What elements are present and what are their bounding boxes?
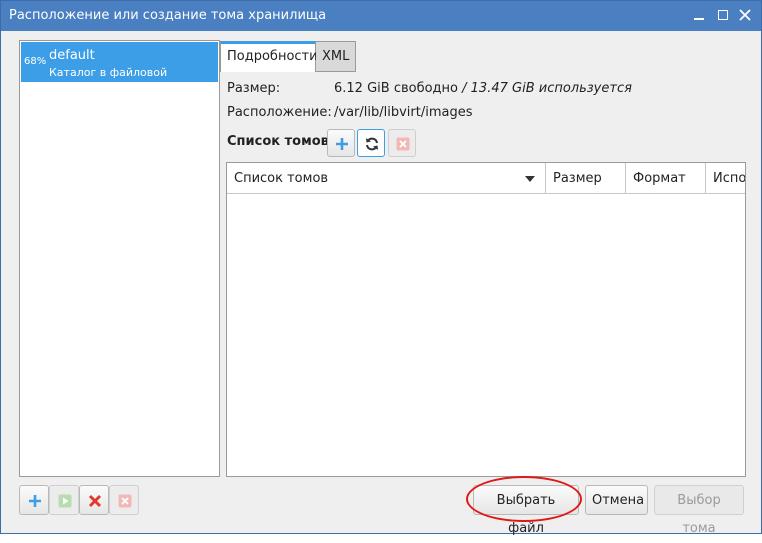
column-name-label: Список томов (234, 171, 329, 186)
pool-item-default[interactable]: 68% default Каталог в файловой системе (21, 42, 218, 92)
column-header-size[interactable]: Размер (546, 163, 626, 194)
sort-down-icon (525, 176, 535, 182)
column-header-name[interactable]: Список томов (227, 163, 546, 194)
cancel-button[interactable]: Отмена (585, 485, 648, 515)
delete-icon (118, 494, 132, 508)
volume-table[interactable]: Список томов Размер Формат Использовано (226, 162, 746, 477)
play-icon (58, 494, 72, 508)
delete-pool-button[interactable] (109, 485, 139, 515)
stop-icon (88, 494, 102, 508)
location-label: Расположение: (227, 105, 332, 120)
window-title: Расположение или создание тома хранилища (9, 8, 327, 23)
plus-icon (336, 138, 348, 150)
size-value: 6.12 GiB свободно / 13.47 GiB использует… (334, 81, 632, 96)
used-space: 13.47 GiB используется (470, 81, 632, 96)
volume-list-label: Список томов (227, 134, 329, 149)
pool-list[interactable]: 68% default Каталог в файловой системе (19, 40, 220, 477)
tab-details[interactable]: Подробности (220, 41, 318, 72)
column-header-format[interactable]: Формат (626, 163, 706, 194)
plus-icon (29, 495, 41, 507)
start-pool-button[interactable] (49, 485, 79, 515)
tab-xml[interactable]: XML (316, 41, 356, 72)
minimize-icon[interactable] (691, 7, 707, 23)
refresh-icon (366, 137, 378, 151)
free-space: 6.12 GiB свободно (334, 81, 458, 96)
delete-volume-button[interactable] (388, 129, 416, 157)
add-volume-button[interactable] (327, 129, 355, 157)
stop-pool-button[interactable] (79, 485, 109, 515)
column-header-used[interactable]: Использовано (706, 163, 745, 194)
pool-name: default (49, 48, 95, 63)
location-value: /var/lib/libvirt/images (334, 105, 473, 120)
choose-volume-button[interactable]: Выбор тома (654, 485, 744, 536)
add-pool-button[interactable] (19, 485, 49, 515)
pool-usage-percent: 68% (24, 56, 47, 67)
maximize-icon[interactable] (715, 7, 731, 23)
browse-local-button[interactable]: Выбрать файл (473, 485, 579, 536)
delete-icon (396, 137, 410, 151)
size-separator: / (458, 81, 471, 96)
size-label: Размер: (227, 81, 281, 96)
pool-description: Каталог в файловой системе (49, 66, 168, 92)
refresh-volumes-button[interactable] (357, 129, 385, 157)
title-bar[interactable]: Расположение или создание тома хранилища (1, 1, 761, 31)
close-icon[interactable] (737, 7, 753, 23)
